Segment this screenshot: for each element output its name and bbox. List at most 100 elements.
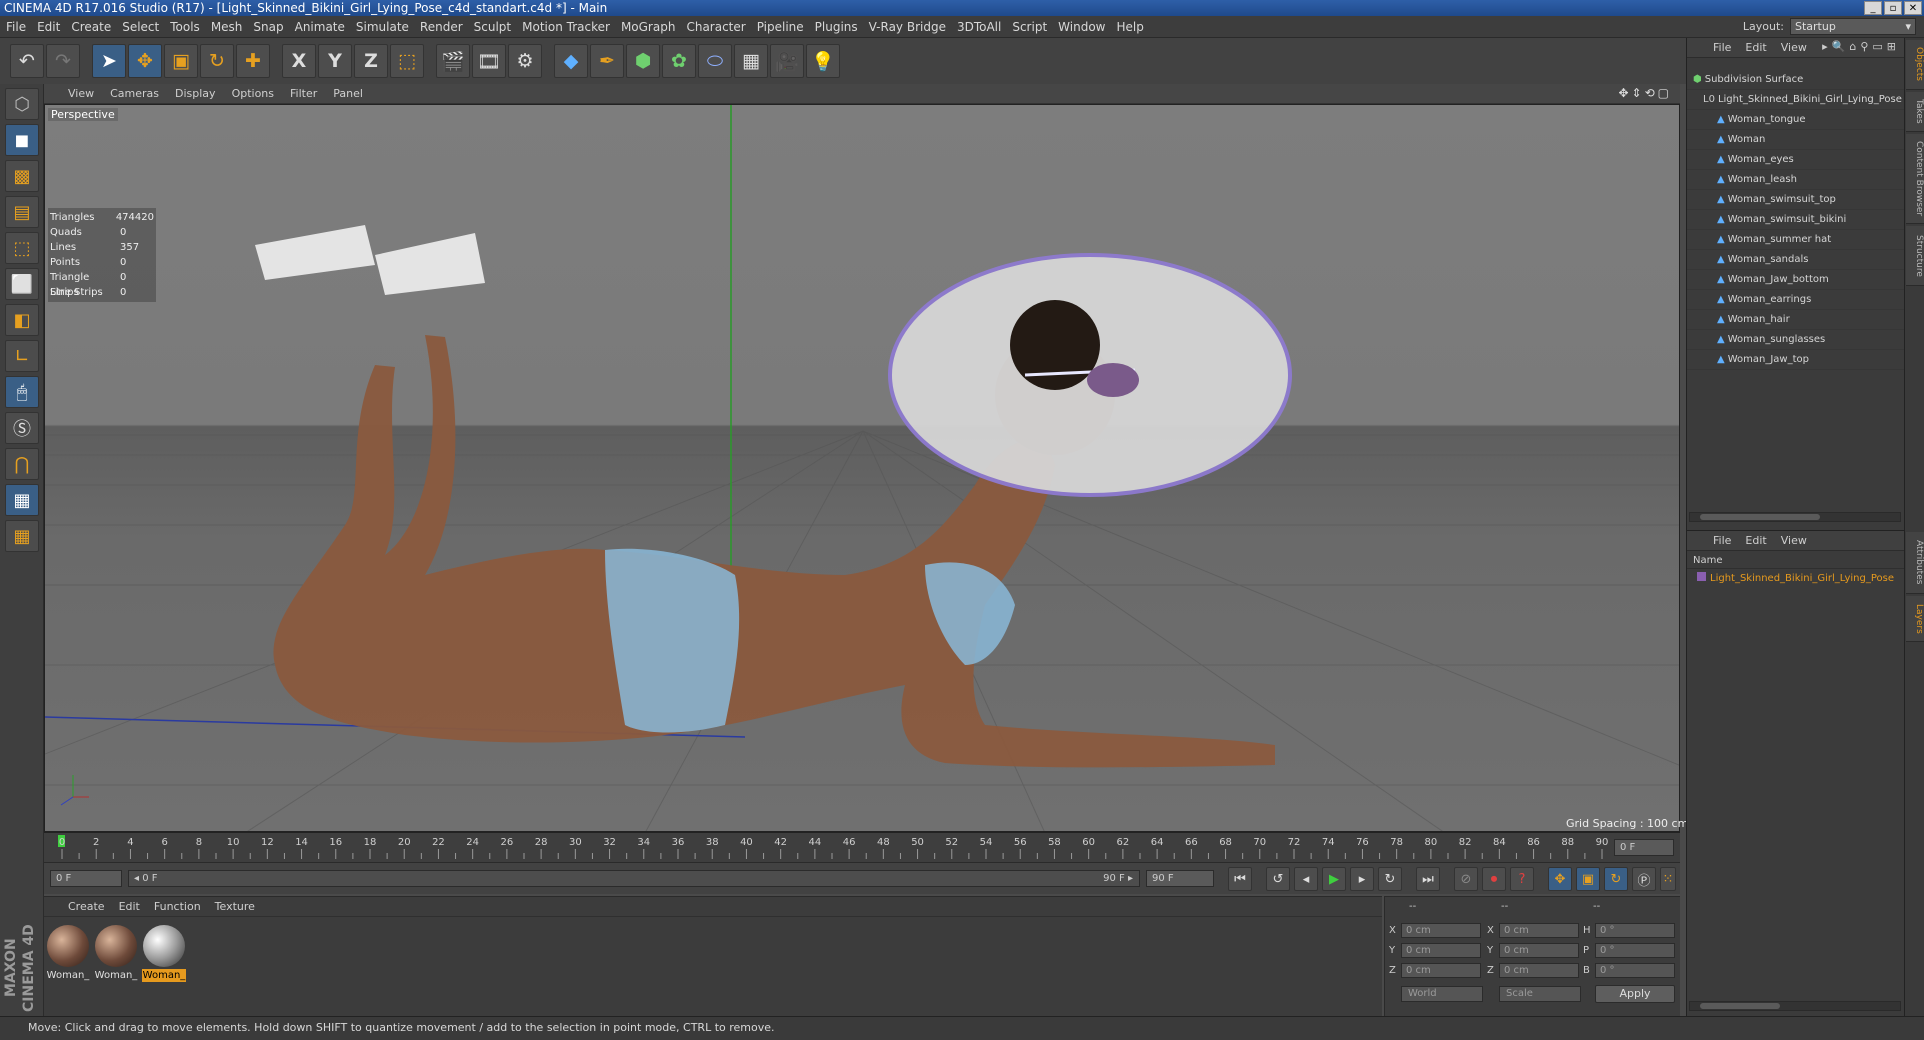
tab-structure[interactable]: Structure (1906, 226, 1924, 286)
viewport-menu-view[interactable]: View (68, 87, 94, 100)
menu-simulate[interactable]: Simulate (356, 20, 409, 34)
mograph-cloner-button[interactable]: ✿ (662, 44, 696, 78)
frame-range-slider[interactable]: ◂ 0 F 90 F ▸ (128, 870, 1140, 887)
viewport-menu-filter[interactable]: Filter (290, 87, 317, 100)
menu-script[interactable]: Script (1012, 20, 1047, 34)
layout-select[interactable]: Startup (1790, 18, 1916, 35)
menu-3dtoall[interactable]: 3DToAll (957, 20, 1001, 34)
position-x-field[interactable]: 0 cm (1401, 923, 1481, 938)
material-swatch[interactable]: Woman_ (94, 925, 138, 983)
make-editable-button[interactable]: ⬡ (5, 88, 39, 120)
tab-content-browser[interactable]: Content Browser (1906, 134, 1924, 224)
tree-item[interactable]: ▲ Woman_swimsuit_bikini (1687, 210, 1905, 230)
size-z-field[interactable]: 0 cm (1499, 963, 1579, 978)
subdivision-button[interactable]: ⬢ (626, 44, 660, 78)
material-swatch[interactable]: Woman_ (46, 925, 90, 983)
autokey-button[interactable]: ⏺ (1482, 867, 1506, 891)
tree-item[interactable]: ▲ Woman (1687, 130, 1905, 150)
menu-animate[interactable]: Animate (295, 20, 345, 34)
viewport-menu-cameras[interactable]: Cameras (110, 87, 159, 100)
render-picture-viewer-button[interactable]: 🎞 (472, 44, 506, 78)
material-menu-edit[interactable]: Edit (119, 900, 140, 913)
menu-character[interactable]: Character (686, 20, 745, 34)
viewport-perspective[interactable] (44, 104, 1680, 832)
tab-attributes[interactable]: Attributes (1906, 532, 1924, 594)
go-to-end-button[interactable]: ⏭ (1416, 867, 1440, 891)
recent-tool-button[interactable]: ✚ (236, 44, 270, 78)
menu-edit[interactable]: Edit (37, 20, 60, 34)
position-y-field[interactable]: 0 cm (1401, 943, 1481, 958)
next-frame-button[interactable]: ▸ (1350, 867, 1374, 891)
go-to-start-button[interactable]: ⏮ (1228, 867, 1252, 891)
menu-snap[interactable]: Snap (253, 20, 283, 34)
rotation-h-field[interactable]: 0 ° (1595, 923, 1675, 938)
objects-menu-file[interactable]: File (1713, 41, 1731, 54)
tree-item[interactable]: ▲ Woman_tongue (1687, 110, 1905, 130)
menu-vray-bridge[interactable]: V-Ray Bridge (869, 20, 946, 34)
tab-objects[interactable]: Objects (1906, 40, 1924, 90)
menu-mograph[interactable]: MoGraph (621, 20, 676, 34)
menu-mesh[interactable]: Mesh (211, 20, 243, 34)
model-mode-button[interactable]: ◼ (5, 124, 39, 156)
size-y-field[interactable]: 0 cm (1499, 943, 1579, 958)
previous-key-button[interactable]: ↺ (1266, 867, 1290, 891)
close-button[interactable]: ✕ (1904, 1, 1922, 15)
render-settings-button[interactable]: ⚙ (508, 44, 542, 78)
viewport-menu-display[interactable]: Display (175, 87, 216, 100)
layers-menu-edit[interactable]: Edit (1745, 534, 1766, 547)
x-axis-button[interactable]: X (282, 44, 316, 78)
layers-name-header[interactable]: Name (1687, 553, 1905, 569)
objects-menu-view[interactable]: View (1781, 41, 1807, 54)
tab-layers[interactable]: Layers (1906, 596, 1924, 642)
axis-mode-button[interactable]: ∟ (5, 340, 39, 372)
tree-item[interactable]: ▲ Woman_sunglasses (1687, 330, 1905, 350)
current-frame-field[interactable]: 0 F (1614, 839, 1674, 856)
tweak-mode-button[interactable]: 🖱 (5, 376, 39, 408)
rotate-tool-button[interactable]: ↻ (200, 44, 234, 78)
maximize-button[interactable]: ▫ (1884, 1, 1902, 15)
workplane-mode-button[interactable]: ▤ (5, 196, 39, 228)
objects-menu-edit[interactable]: Edit (1745, 41, 1766, 54)
viewport-menu-options[interactable]: Options (232, 87, 274, 100)
scrollbar-thumb[interactable] (1700, 514, 1820, 520)
menu-create[interactable]: Create (71, 20, 111, 34)
menu-render[interactable]: Render (420, 20, 463, 34)
tree-item[interactable]: ▲ Woman_sandals (1687, 250, 1905, 270)
locked-workplane-button[interactable]: ▦ (5, 484, 39, 516)
menu-plugins[interactable]: Plugins (815, 20, 858, 34)
play-button[interactable]: ▶ (1322, 867, 1346, 891)
material-swatch-selected[interactable]: Woman_ (142, 925, 186, 983)
tree-item[interactable]: ▲ Woman_summer hat (1687, 230, 1905, 250)
object-manager-toolbar-icons[interactable]: ▸🔍⌂⚲▭⊞ (1822, 40, 1900, 53)
material-menu-function[interactable]: Function (154, 900, 201, 913)
end-frame-field[interactable]: 90 F (1146, 870, 1214, 887)
keyframe-selection-button[interactable]: ? (1510, 867, 1534, 891)
coordinate-system-button[interactable]: ⬚ (390, 44, 424, 78)
texture-mode-button[interactable]: ▩ (5, 160, 39, 192)
menu-pipeline[interactable]: Pipeline (757, 20, 804, 34)
size-mode-dropdown[interactable]: Scale (1499, 986, 1581, 1002)
deformer-button[interactable]: ⬭ (698, 44, 732, 78)
tree-item-subdivision-surface[interactable]: ⬢ Subdivision Surface (1687, 70, 1905, 90)
undo-button[interactable]: ↶ (10, 44, 44, 78)
minimize-button[interactable]: _ (1864, 1, 1882, 15)
record-rotation-button[interactable]: ↻ (1604, 867, 1628, 891)
tree-item[interactable]: ▲ Woman_swimsuit_top (1687, 190, 1905, 210)
tree-item[interactable]: ▲ Woman_earrings (1687, 290, 1905, 310)
record-scale-button[interactable]: ▣ (1576, 867, 1600, 891)
tree-item[interactable]: ▲ Woman_Jaw_bottom (1687, 270, 1905, 290)
layers-scrollbar[interactable] (1689, 1001, 1901, 1011)
pen-spline-button[interactable]: ✒ (590, 44, 624, 78)
tree-item-group[interactable]: L0 Light_Skinned_Bikini_Girl_Lying_Pose (1687, 90, 1905, 110)
edges-mode-button[interactable]: ⬜ (5, 268, 39, 300)
light-button[interactable]: 💡 (806, 44, 840, 78)
menu-window[interactable]: Window (1058, 20, 1105, 34)
character-model[interactable] (255, 225, 1292, 768)
menu-sculpt[interactable]: Sculpt (474, 20, 511, 34)
layers-menu-file[interactable]: File (1713, 534, 1731, 547)
live-selection-button[interactable]: ➤ (92, 44, 126, 78)
timeline-ruler[interactable]: 0 2 4 6 8 10 12 14 16 18 20 22 24 26 28 30 32 34 36 38 40 42 4… (44, 832, 1680, 862)
record-parameter-button[interactable]: Ⓟ (1632, 867, 1656, 891)
z-axis-button[interactable]: Z (354, 44, 388, 78)
menu-file[interactable]: File (6, 20, 26, 34)
